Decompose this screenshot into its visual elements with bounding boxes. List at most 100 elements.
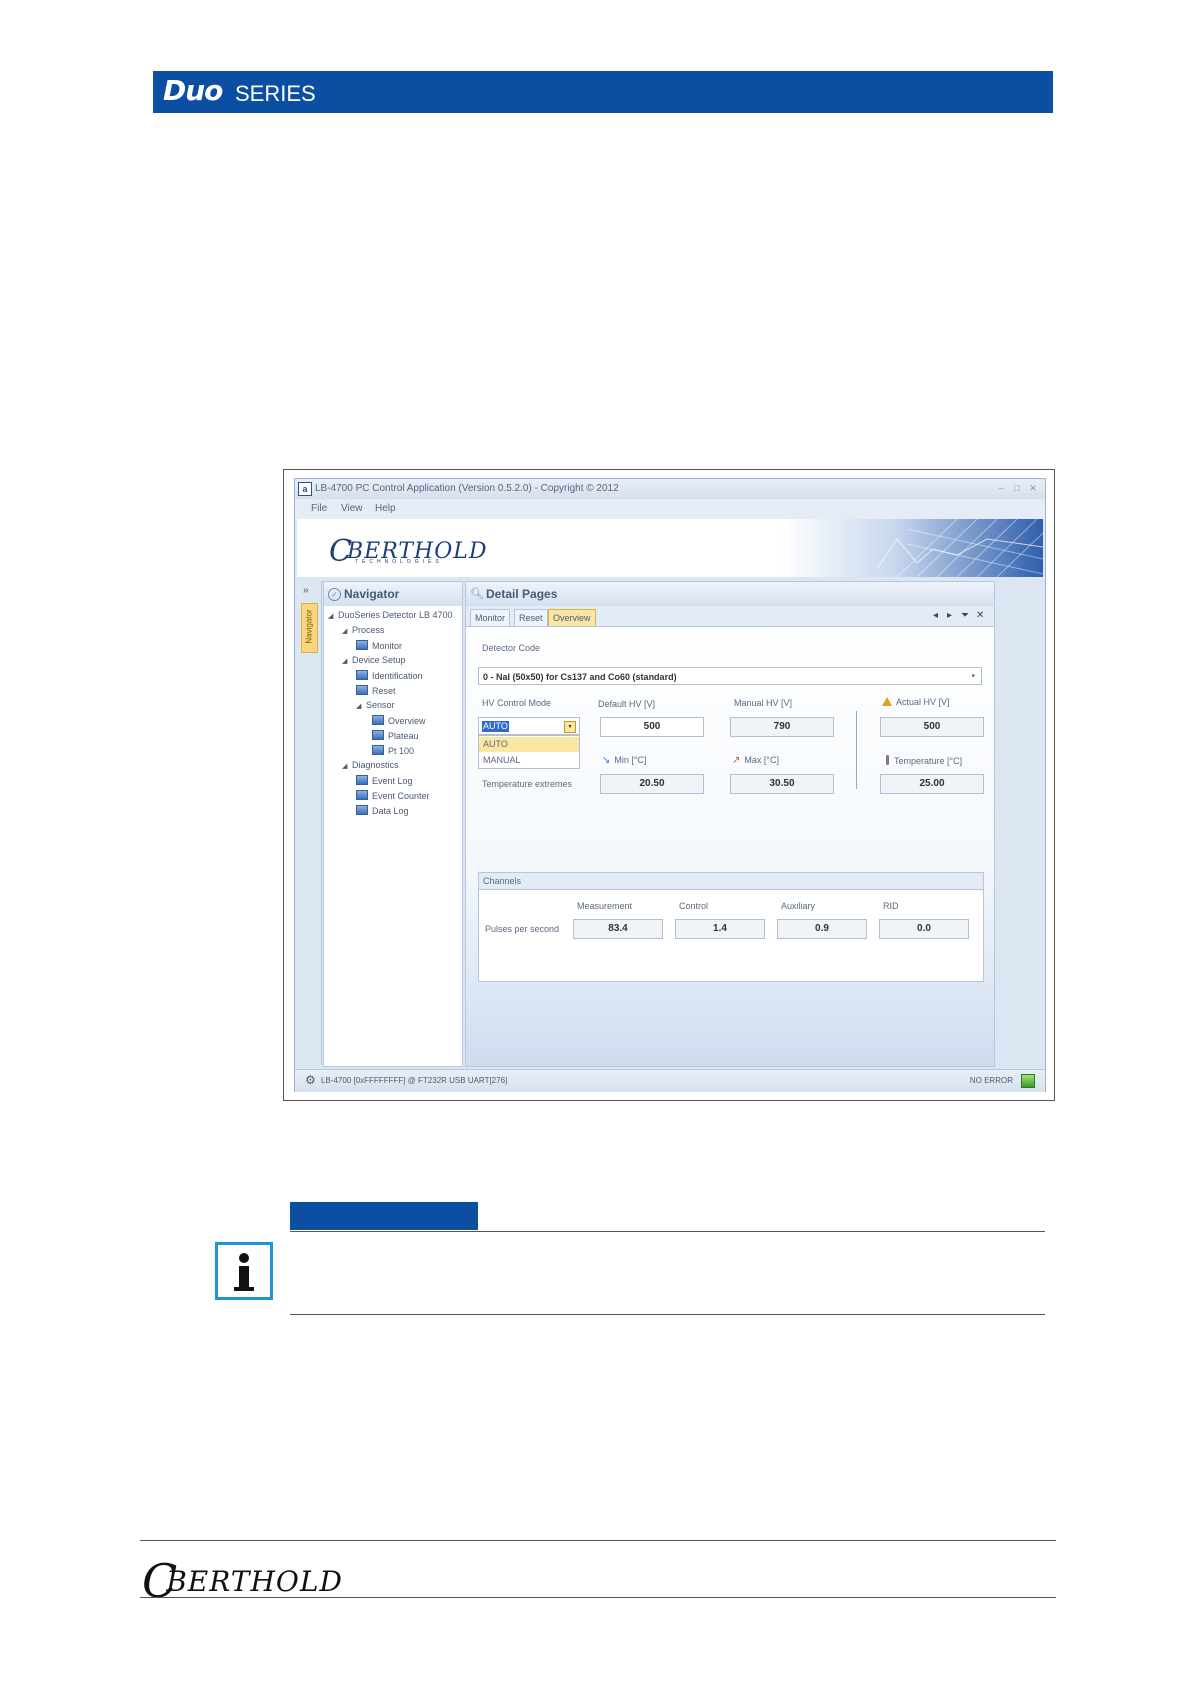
app-screenshot: a LB-4700 PC Control Application (Versio… — [283, 469, 1055, 1101]
app-window: a LB-4700 PC Control Application (Versio… — [294, 478, 1046, 1092]
dropdown-arrow-icon: ▾ — [971, 673, 975, 680]
title-bar: a LB-4700 PC Control Application (Versio… — [295, 479, 1045, 499]
chart-graphic-icon — [876, 519, 1043, 577]
default-hv-label: Default HV [V] — [598, 699, 656, 709]
min-label: ↘ Min [°C] — [602, 755, 647, 766]
menu-help[interactable]: Help — [375, 503, 396, 514]
hv-control-mode-label: HV Control Mode — [482, 698, 552, 708]
tree-item-identification[interactable]: Identification — [356, 670, 423, 681]
detail-panel: 🔍︎ Detail Pages Monitor Reset Overview ◂… — [465, 581, 995, 1067]
manual-hv-label: Manual HV [V] — [734, 698, 793, 708]
menu-view[interactable]: View — [341, 503, 363, 514]
expand-chevron-icon[interactable]: » — [303, 585, 309, 596]
series-label: SERIES — [235, 81, 316, 106]
pulses-per-second-label: Pulses per second — [485, 924, 560, 934]
overview-page: Detector Code 0 - NaI (50x50) for Cs137 … — [466, 627, 994, 1066]
connection-gear-icon: ⚙ — [305, 1073, 316, 1087]
ok-status-icon — [1021, 1074, 1035, 1088]
maximize-icon[interactable]: □ — [1011, 482, 1023, 494]
channel-col-auxiliary: Auxiliary — [781, 901, 816, 911]
right-strip — [996, 581, 1042, 1065]
channel-value-measurement: 83.4 — [573, 919, 663, 939]
channel-col-control: Control — [679, 901, 709, 911]
tab-monitor[interactable]: Monitor — [470, 609, 511, 626]
tab-list-icon[interactable]: ⏷ — [961, 610, 969, 621]
note-rule-bottom — [290, 1314, 1045, 1315]
tree-item-event-log[interactable]: Event Log — [356, 775, 413, 786]
footer-berthold-logo: CBERTHOLD — [142, 1554, 343, 1608]
header-banner: Duo SERIES — [153, 71, 1053, 113]
status-bar: ⚙ LB-4700 [0xFFFFFFFF] @ FT232R USB UART… — [295, 1069, 1045, 1092]
navigator-panel: ✓ Navigator ◢ DuoSeries Detector LB 4700 … — [323, 581, 463, 1067]
tab-reset[interactable]: Reset — [514, 609, 548, 626]
tree-item-event-counter[interactable]: Event Counter — [356, 790, 430, 801]
navigator-icon: ✓ — [328, 588, 341, 601]
actual-hv-label: Actual HV [V] — [882, 697, 950, 707]
temperature-label: Temperature [°C] — [886, 755, 962, 766]
max-temp-field: 30.50 — [730, 774, 834, 794]
menu-file[interactable]: File — [311, 503, 327, 514]
hv-control-mode-options: AUTO MANUAL — [478, 735, 580, 769]
channel-value-rid: 0.0 — [879, 919, 969, 939]
footer-rule-bottom — [140, 1597, 1056, 1598]
tab-overview[interactable]: Overview — [548, 609, 596, 626]
tab-prev-icon[interactable]: ◂ — [933, 610, 938, 621]
berthold-tagline: TECHNOLOGIES — [355, 559, 443, 565]
navigator-header: ✓ Navigator — [324, 582, 462, 606]
tree-item-reset[interactable]: Reset — [356, 685, 396, 696]
tab-row: Monitor Reset Overview ◂ ▸ ⏷ ✕ — [466, 606, 994, 627]
tree-item-process[interactable]: ◢ Process — [342, 625, 385, 635]
tree-item-root[interactable]: ◢ DuoSeries Detector LB 4700 — [328, 610, 453, 620]
manual-hv-field[interactable]: 790 — [730, 717, 834, 737]
minimize-icon[interactable]: – — [995, 482, 1007, 494]
error-status: NO ERROR — [969, 1076, 1013, 1085]
tree-item-monitor[interactable]: Monitor — [356, 640, 402, 651]
navigator-title: Navigator — [344, 587, 400, 601]
app-icon: a — [298, 482, 312, 496]
tab-close-icon[interactable]: ✕ — [976, 610, 984, 621]
menu-bar: File View Help — [295, 499, 1045, 519]
detail-title: Detail Pages — [486, 587, 558, 601]
default-hv-field[interactable]: 500 — [600, 717, 704, 737]
tree-item-overview[interactable]: Overview — [372, 715, 426, 726]
detector-code-select[interactable]: 0 - NaI (50x50) for Cs137 and Co60 (stan… — [478, 667, 982, 685]
temperature-field: 25.00 — [880, 774, 984, 794]
tree-item-pt100[interactable]: Pt 100 — [372, 745, 414, 756]
min-temp-icon: ↘ — [602, 755, 611, 766]
channel-col-measurement: Measurement — [577, 901, 633, 911]
option-auto[interactable]: AUTO — [479, 737, 579, 752]
vertical-divider — [856, 711, 857, 789]
channels-group: Channels Measurement Control Auxiliary R… — [478, 872, 984, 982]
note-heading-bar — [290, 1202, 478, 1230]
tab-next-icon[interactable]: ▸ — [947, 610, 952, 621]
dropdown-button-icon[interactable]: ▾ — [564, 721, 576, 733]
tree-item-data-log[interactable]: Data Log — [356, 805, 409, 816]
left-strip: » Navigator — [297, 581, 322, 1065]
brand-bar: CBERTHOLD TECHNOLOGIES — [297, 519, 1043, 577]
temp-extremes-label: Temperature extremes — [482, 779, 573, 789]
window-title: LB-4700 PC Control Application (Version … — [315, 483, 619, 494]
hv-control-mode-select[interactable]: AUTO ▾ — [478, 717, 580, 735]
channel-value-control: 1.4 — [675, 919, 765, 939]
thermometer-icon — [886, 755, 889, 765]
actual-hv-field: 500 — [880, 717, 984, 737]
channels-header: Channels — [479, 873, 983, 890]
tree-item-diagnostics[interactable]: ◢ Diagnostics — [342, 760, 399, 770]
channel-col-rid: RID — [883, 901, 899, 911]
magnifier-icon: 🔍︎ — [470, 588, 484, 600]
max-label: ↗ Max [°C] — [732, 755, 779, 766]
tree-item-sensor[interactable]: ◢ Sensor — [356, 700, 395, 710]
duo-brand: Duo — [163, 74, 223, 107]
max-temp-icon: ↗ — [732, 755, 741, 766]
detector-code-label: Detector Code — [482, 643, 541, 653]
info-icon — [215, 1242, 273, 1300]
footer-rule-top — [140, 1540, 1056, 1541]
option-manual[interactable]: MANUAL — [479, 753, 579, 768]
note-rule-top — [290, 1231, 1045, 1232]
navigator-side-tab[interactable]: Navigator — [301, 603, 318, 653]
min-temp-field: 20.50 — [600, 774, 704, 794]
connection-status: LB-4700 [0xFFFFFFFF] @ FT232R USB UART[2… — [321, 1076, 508, 1085]
tree-item-plateau[interactable]: Plateau — [372, 730, 419, 741]
close-window-icon[interactable]: ✕ — [1027, 482, 1039, 494]
tree-item-device-setup[interactable]: ◢ Device Setup — [342, 655, 406, 665]
